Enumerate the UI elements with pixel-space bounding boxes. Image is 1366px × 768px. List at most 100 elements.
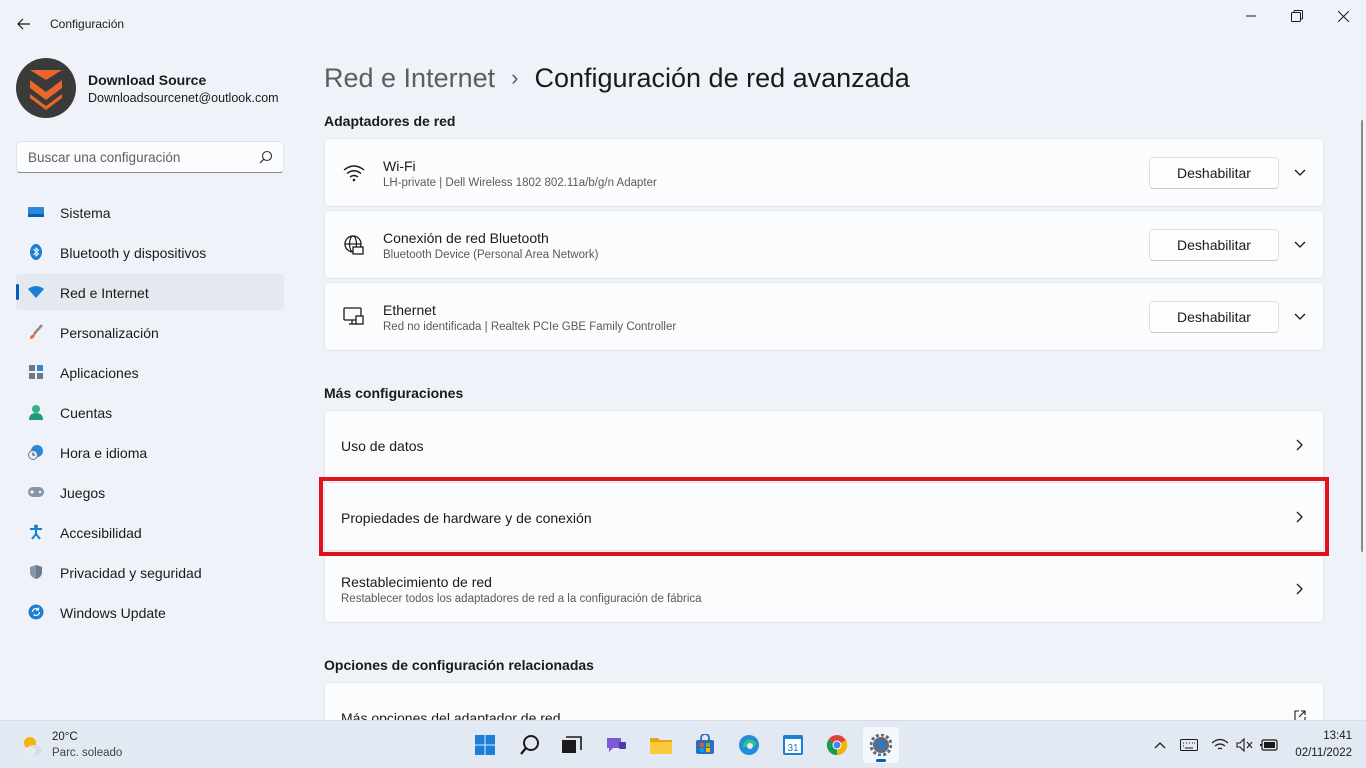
file-explorer-button[interactable] [643,727,679,763]
folder-icon [650,738,672,754]
adapter-title: Ethernet [383,302,436,318]
adapters-section-title: Adaptadores de red [324,113,456,129]
gear-icon [870,734,892,756]
adapter-card-ethernet[interactable]: Ethernet Red no identificada | Realtek P… [324,282,1324,351]
open-external-icon [1293,709,1307,720]
sidebar-item-label: Accesibilidad [60,525,142,541]
sidebar-item-red-internet[interactable]: Red e Internet [16,274,284,310]
clock-date[interactable]: 02/11/2022 [1295,747,1352,759]
calendar-icon: 31 [783,735,803,755]
chrome-button[interactable] [819,727,855,763]
sidebar-item-aplicaciones[interactable]: Aplicaciones [16,354,284,390]
settings-taskbar-button[interactable] [863,727,899,763]
sidebar-item-sistema[interactable]: Sistema [16,194,284,230]
chevron-right-icon [1293,438,1307,452]
chevron-down-icon[interactable] [1293,310,1307,324]
clock-globe-icon [27,444,45,460]
sidebar-item-label: Windows Update [60,605,166,621]
battery-icon[interactable] [1259,735,1279,755]
sidebar-nav: Sistema Bluetooth y dispositivos Red e I… [16,194,284,634]
more-settings-section-title: Más configuraciones [324,385,464,401]
edge-button[interactable] [731,727,767,763]
chevron-down-icon[interactable] [1293,166,1307,180]
disable-ethernet-button[interactable]: Deshabilitar [1149,301,1279,333]
minimize-icon [1246,15,1256,17]
store-icon [696,734,714,754]
clock-time[interactable]: 13:41 [1323,730,1352,742]
profile-email: Downloadsourcenet@outlook.com [88,91,279,105]
search-input[interactable]: Buscar una configuración [16,141,284,173]
app-title: Configuración [50,17,125,31]
row-title: Propiedades de hardware y de conexión [341,510,592,526]
sidebar-item-personalizacion[interactable]: Personalización [16,314,284,350]
bluetooth-icon [27,244,45,260]
sidebar-item-label: Aplicaciones [60,365,139,381]
chevron-down-icon[interactable] [1293,238,1307,252]
title-bar: Configuración [0,0,1366,48]
gamepad-icon [27,484,45,500]
wifi-icon [343,162,365,184]
sidebar-item-label: Privacidad y seguridad [60,565,202,581]
close-button[interactable] [1320,0,1366,32]
store-button[interactable] [687,727,723,763]
wifi-tray-icon[interactable] [1210,735,1230,755]
breadcrumb-parent[interactable]: Red e Internet [324,63,495,94]
restore-button[interactable] [1274,0,1320,32]
sidebar-item-label: Bluetooth y dispositivos [60,245,207,261]
apps-icon [27,364,45,380]
back-button[interactable] [12,12,36,36]
chrome-icon [826,735,848,756]
adapter-card-wifi[interactable]: Wi-Fi LH-private | Dell Wireless 1802 80… [324,138,1324,207]
disable-bluetooth-button[interactable]: Deshabilitar [1149,229,1279,261]
sidebar-item-juegos[interactable]: Juegos [16,474,284,510]
hardware-properties-row[interactable]: Propiedades de hardware y de conexión [324,482,1324,551]
brush-icon [27,324,45,340]
start-button[interactable] [467,727,503,763]
close-icon [1337,10,1349,22]
breadcrumb-separator: › [511,65,519,90]
network-reset-row[interactable]: Restablecimiento de red Restablecer todo… [324,554,1324,623]
search-icon [259,150,273,164]
teams-chat-button[interactable] [598,727,634,763]
chevron-right-icon [1293,582,1307,596]
row-title: Restablecimiento de red [341,574,492,590]
disable-wifi-button[interactable]: Deshabilitar [1149,157,1279,189]
volume-muted-icon[interactable] [1235,735,1255,755]
active-indicator [16,284,19,300]
windows-logo-icon [475,735,495,755]
sidebar-item-hora-idioma[interactable]: Hora e idioma [16,434,284,470]
arrow-left-icon [17,18,30,30]
adapter-subtitle: LH-private | Dell Wireless 1802 802.11a/… [383,177,657,189]
download-source-logo-icon [30,70,62,110]
person-icon [27,404,45,420]
restore-icon [1291,10,1303,22]
sidebar-item-label: Red e Internet [60,285,149,301]
sidebar-item-bluetooth[interactable]: Bluetooth y dispositivos [16,234,284,270]
chevron-right-icon [1293,510,1307,524]
task-view-button[interactable] [554,727,590,763]
more-adapter-options-row[interactable]: Más opciones del adaptador de red [324,682,1324,720]
sidebar-item-label: Cuentas [60,405,113,421]
adapter-card-bluetooth[interactable]: Conexión de red Bluetooth Bluetooth Devi… [324,210,1324,279]
calendar-button[interactable]: 31 [775,727,811,763]
keyboard-icon[interactable] [1179,735,1199,755]
user-profile[interactable]: Download Source Downloadsourcenet@outloo… [16,58,286,118]
globe-network-icon [343,234,365,256]
adapter-title: Wi-Fi [383,158,416,174]
running-indicator [876,759,886,762]
weather-description: Parc. soleado [52,747,123,759]
sidebar-item-cuentas[interactable]: Cuentas [16,394,284,430]
scrollbar[interactable] [1361,120,1363,552]
minimize-button[interactable] [1228,0,1274,32]
sidebar-item-privacidad[interactable]: Privacidad y seguridad [16,554,284,590]
sidebar-item-accesibilidad[interactable]: Accesibilidad [16,514,284,550]
adapter-title: Conexión de red Bluetooth [383,230,549,246]
avatar [16,58,76,118]
taskbar-search-button[interactable] [512,727,548,763]
data-usage-row[interactable]: Uso de datos [324,410,1324,479]
row-subtitle: Restablecer todos los adaptadores de red… [341,593,702,605]
adapter-subtitle: Red no identificada | Realtek PCIe GBE F… [383,321,677,333]
search-icon [520,735,539,755]
chevron-up-icon[interactable] [1150,735,1170,755]
sidebar-item-windows-update[interactable]: Windows Update [16,594,284,630]
